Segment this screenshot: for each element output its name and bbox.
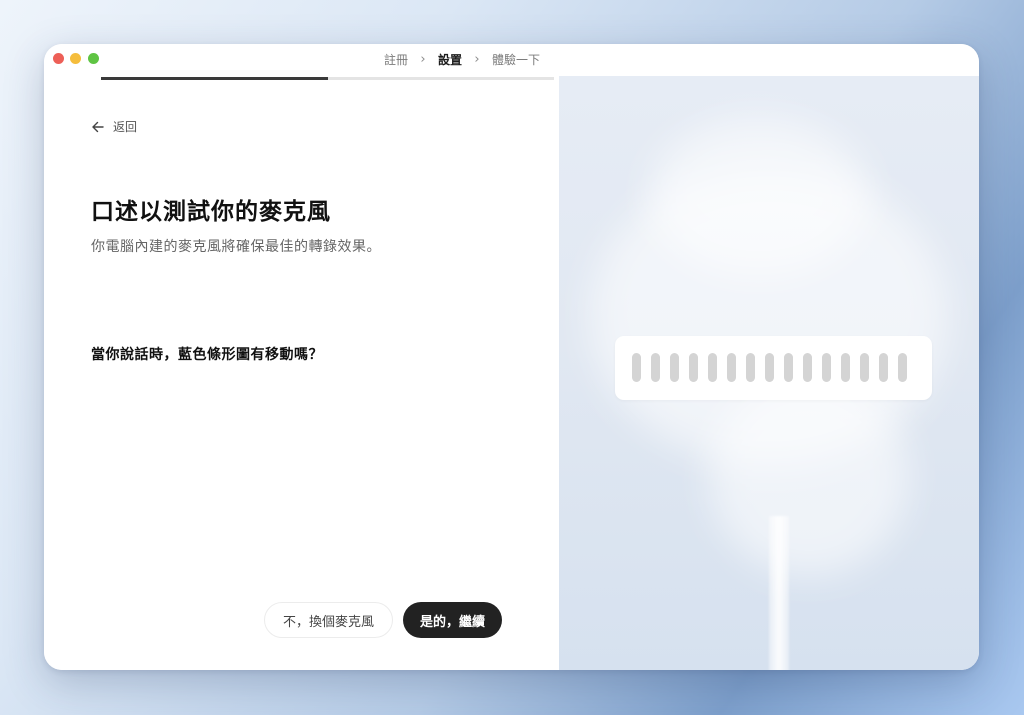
mic-level-bar — [632, 353, 641, 382]
zoom-window-button[interactable] — [88, 53, 99, 64]
step-register: 註冊 — [384, 52, 409, 67]
page-title: 口述以測試你的麥克風 — [91, 199, 331, 225]
title-bar: 註冊 › 設置 › 體驗一下 — [44, 44, 979, 76]
mic-level-bar — [746, 353, 755, 382]
mic-level-bar — [784, 353, 793, 382]
minimize-window-button[interactable] — [70, 53, 81, 64]
mic-level-bar — [651, 353, 660, 382]
mic-question: 當你說話時，藍色條形圖有移動嗎？ — [91, 347, 323, 363]
mic-level-bar — [898, 353, 907, 382]
mic-level-bar — [879, 353, 888, 382]
mic-level-bar — [841, 353, 850, 382]
background-cloud — [649, 116, 869, 276]
back-label: 返回 — [113, 120, 138, 134]
step-try-it: 體驗一下 — [492, 52, 541, 67]
mic-level-bar — [708, 353, 717, 382]
arrow-left-icon — [92, 121, 104, 132]
mic-level-bar — [860, 353, 869, 382]
change-microphone-button[interactable]: 不，換個麥克風 — [264, 602, 393, 638]
close-window-button[interactable] — [53, 53, 64, 64]
mic-level-meter — [615, 336, 932, 400]
onboarding-stepper: 註冊 › 設置 › 體驗一下 — [384, 44, 540, 74]
continue-button[interactable]: 是的，繼續 — [403, 602, 502, 638]
chevron-right-icon: › — [474, 51, 480, 67]
chevron-right-icon: › — [420, 51, 426, 67]
mic-level-bars — [632, 353, 907, 382]
step-setup: 設置 — [438, 52, 463, 67]
back-button[interactable]: 返回 — [91, 118, 137, 135]
mic-level-bar — [670, 353, 679, 382]
background-cloud — [709, 376, 909, 576]
preview-panel — [559, 76, 979, 670]
mic-level-bar — [765, 353, 774, 382]
app-window: 註冊 › 設置 › 體驗一下 返回 口述以測試你的麥克風 你電腦內建的麥克風將確… — [44, 44, 979, 670]
setup-panel: 返回 口述以測試你的麥克風 你電腦內建的麥克風將確保最佳的轉錄效果。 當你說話時… — [44, 80, 559, 670]
mic-level-bar — [803, 353, 812, 382]
mic-level-bar — [727, 353, 736, 382]
background-microphone-stand — [769, 516, 789, 670]
mic-level-bar — [822, 353, 831, 382]
mic-level-bar — [689, 353, 698, 382]
page-subtitle: 你電腦內建的麥克風將確保最佳的轉錄效果。 — [91, 239, 381, 255]
